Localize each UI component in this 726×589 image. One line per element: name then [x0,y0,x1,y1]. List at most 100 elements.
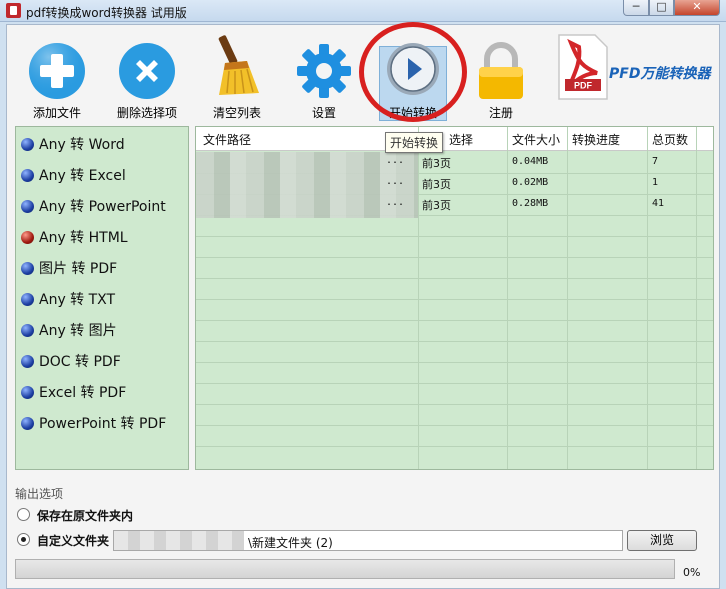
window-title: pdf转换成word转换器 试用版 [26,6,187,20]
path-ellipsis: ... [386,155,405,166]
column-header-path[interactable]: 文件路径 [203,131,251,148]
row-divider [196,446,713,447]
pdf-logo-text: PDF [574,81,593,91]
add-file-button[interactable]: 添加文件 [12,25,102,123]
delete-selected-button[interactable]: 删除选择项 [102,25,192,123]
bullet-icon [21,354,34,368]
broom-icon [218,35,259,95]
bullet-icon [21,385,34,399]
conversion-label: Any 转 Excel [39,168,126,184]
minimize-button[interactable]: ─ [623,0,649,16]
conversion-type-list: Any 转 Word Any 转 Excel Any 转 PowerPoint … [15,126,189,470]
conversion-label: PowerPoint 转 PDF [39,416,167,432]
browse-button[interactable]: 浏览 [627,530,697,551]
total-pages: 1 [652,177,659,188]
register-button[interactable]: 注册 [456,25,546,123]
page-selection[interactable]: 前3页 [422,197,451,213]
conversion-any-to-txt[interactable]: Any 转 TXT [21,289,115,309]
conversion-any-to-excel[interactable]: Any 转 Excel [21,165,126,185]
clear-list-button[interactable]: 清空列表 [192,25,282,123]
row-divider [196,236,713,237]
file-size: 0.04MB [512,156,549,167]
table-header: 文件路径 选择 文件大小 转换进度 总页数 [196,127,713,151]
conversion-image-to-pdf[interactable]: 图片 转 PDF [21,258,117,278]
maximize-button[interactable]: □ [649,0,674,16]
path-ellipsis: ... [386,197,405,208]
clear-list-label: 清空列表 [212,106,261,120]
conversion-label: Any 转 HTML [39,230,128,246]
conversion-any-to-image[interactable]: Any 转 图片 [21,320,117,340]
page-selection[interactable]: 前3页 [422,155,451,171]
settings-label: 设置 [311,106,336,120]
selected-bullet-icon [21,230,34,244]
blurred-file-paths [196,152,418,218]
lock-icon [479,42,523,99]
radio-original-folder-label[interactable]: 保存在原文件夹内 [37,507,133,524]
row-divider [196,383,713,384]
main-window: 添加文件 删除选择项 清空列表 设置 开始转换 注册 PDF PFD万能转换器 … [6,22,720,589]
row-divider [196,341,713,342]
conversion-label: Any 转 图片 [39,323,117,339]
radio-custom-folder[interactable] [17,533,30,546]
column-header-progress[interactable]: 转换进度 [572,131,620,148]
radio-custom-folder-label[interactable]: 自定义文件夹 [37,532,109,549]
add-file-label: 添加文件 [32,106,81,120]
conversion-powerpoint-to-pdf[interactable]: PowerPoint 转 PDF [21,413,166,433]
conversion-excel-to-pdf[interactable]: Excel 转 PDF [21,382,126,402]
close-button[interactable]: ✕ [674,0,720,16]
brand-name: PFD万能转换器 [609,66,711,82]
file-list-table: 文件路径 选择 文件大小 转换进度 总页数 ... 前3页 0.04MB 7 .… [195,126,714,470]
pdf-logo-icon: PDF [558,34,608,100]
delete-selected-label: 删除选择项 [116,106,177,120]
red-highlight-circle [359,22,467,122]
conversion-label: DOC 转 PDF [39,354,121,370]
blurred-path [114,531,244,550]
delete-icon [119,43,175,99]
bullet-icon [21,261,34,275]
row-divider [196,278,713,279]
column-header-select[interactable]: 选择 [449,131,473,148]
title-bar: pdf转换成word转换器 试用版 ─ □ ✕ [0,0,726,22]
row-divider [196,404,713,405]
settings-button[interactable]: 设置 [279,25,369,123]
conversion-label: Any 转 Word [39,137,125,153]
app-icon [6,3,21,18]
add-icon [29,43,85,99]
conversion-progress-bar [15,559,675,579]
register-label: 注册 [488,106,513,120]
bullet-icon [21,292,34,306]
tooltip: 开始转换 [385,132,444,153]
gear-icon [297,44,351,98]
row-divider [196,299,713,300]
conversion-any-to-html[interactable]: Any 转 HTML [21,227,128,247]
total-pages: 41 [652,198,665,209]
page-selection[interactable]: 前3页 [422,176,451,192]
conversion-label: 图片 转 PDF [39,261,118,277]
file-size: 0.28MB [512,198,549,209]
conversion-doc-to-pdf[interactable]: DOC 转 PDF [21,351,121,371]
row-divider [196,425,713,426]
conversion-label: Any 转 TXT [39,292,116,308]
bullet-icon [21,323,34,337]
conversion-any-to-word[interactable]: Any 转 Word [21,134,125,154]
conversion-any-to-powerpoint[interactable]: Any 转 PowerPoint [21,196,166,216]
row-divider [196,362,713,363]
radio-original-folder[interactable] [17,508,30,521]
output-options-title: 输出选项 [15,487,64,501]
row-divider [196,320,713,321]
column-header-size[interactable]: 文件大小 [512,131,560,148]
column-header-pages[interactable]: 总页数 [652,131,688,148]
bullet-icon [21,416,34,430]
output-path-field[interactable]: \新建文件夹 (2) [113,530,623,551]
output-path-text: \新建文件夹 (2) [248,536,333,550]
total-pages: 7 [652,156,659,167]
conversion-label: Any 转 PowerPoint [39,199,166,215]
bullet-icon [21,137,34,151]
conversion-label: Excel 转 PDF [39,385,127,401]
row-divider [196,257,713,258]
bullet-icon [21,168,34,182]
bullet-icon [21,199,34,213]
file-size: 0.02MB [512,177,549,188]
path-ellipsis: ... [386,176,405,187]
progress-percent: 0% [683,566,701,579]
